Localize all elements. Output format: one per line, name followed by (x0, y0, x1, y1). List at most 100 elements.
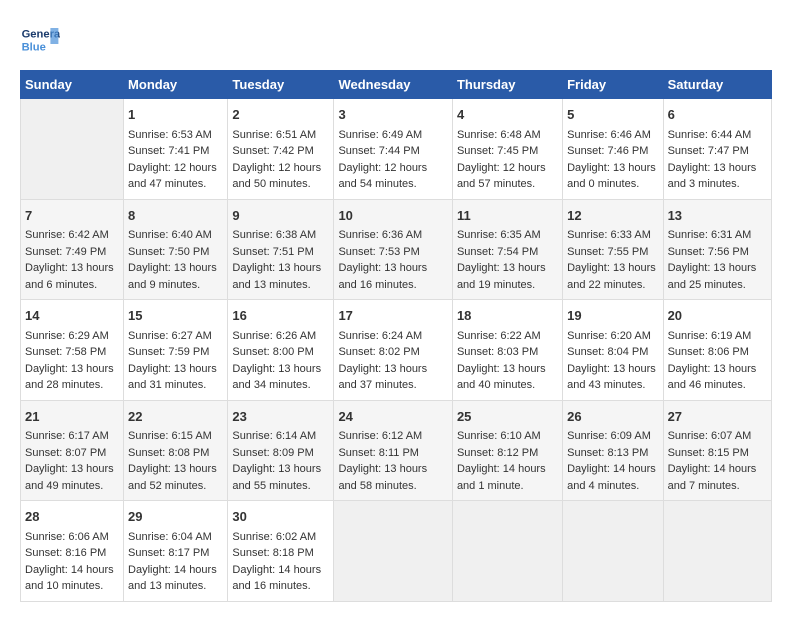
calendar-week-row: 1Sunrise: 6:53 AMSunset: 7:41 PMDaylight… (21, 99, 772, 200)
calendar-cell: 4Sunrise: 6:48 AMSunset: 7:45 PMDaylight… (452, 99, 562, 200)
calendar-week-row: 28 Sunrise: 6:06 AM Sunset: 8:16 PM Dayligh… (21, 501, 772, 602)
day-header-tuesday: Tuesday (228, 71, 334, 99)
day-number: 4 (457, 105, 558, 125)
calendar-cell (334, 501, 453, 602)
calendar-cell: 22Sunrise: 6:15 AMSunset: 8:08 PMDayligh… (124, 400, 228, 501)
sunset-text: Sunset: 8:12 PM (457, 447, 538, 459)
sunrise-text: Sunrise: 6:04 AM (128, 531, 212, 543)
daylight-text: Daylight: 13 hours and 25 minutes. (668, 262, 757, 291)
day-number: 9 (232, 206, 329, 226)
day-number: 21 (25, 407, 119, 427)
day-number: 1 (128, 105, 223, 125)
sunrise-text: Sunrise: 6:51 AM (232, 129, 316, 141)
daylight-text: Daylight: 12 hours and 57 minutes. (457, 162, 546, 191)
daylight-text: Daylight: 13 hours and 22 minutes. (567, 262, 656, 291)
calendar-week-row: 7Sunrise: 6:42 AMSunset: 7:49 PMDaylight… (21, 199, 772, 300)
calendar-cell (663, 501, 771, 602)
day-number: 16 (232, 306, 329, 326)
calendar-cell: 11Sunrise: 6:35 AMSunset: 7:54 PMDayligh… (452, 199, 562, 300)
day-number: 13 (668, 206, 767, 226)
sunrise-text: Sunrise: 6:07 AM (668, 430, 752, 442)
calendar-cell: 17Sunrise: 6:24 AMSunset: 8:02 PMDayligh… (334, 300, 453, 401)
day-header-wednesday: Wednesday (334, 71, 453, 99)
sunset-text: Sunset: 8:15 PM (668, 447, 749, 459)
calendar-cell: 1Sunrise: 6:53 AMSunset: 7:41 PMDaylight… (124, 99, 228, 200)
sunset-text: Sunset: 7:50 PM (128, 246, 209, 258)
daylight-text: Daylight: 13 hours and 9 minutes. (128, 262, 217, 291)
daylight-text: Daylight: 13 hours and 3 minutes. (668, 162, 757, 191)
daylight-text: Daylight: 13 hours and 34 minutes. (232, 363, 321, 392)
sunset-text: Sunset: 7:54 PM (457, 246, 538, 258)
calendar-cell: 28Sunrise: 6:06 AMSunset: 8:16 PMDayligh… (21, 501, 124, 602)
sunset-text: Sunset: 7:59 PM (128, 346, 209, 358)
day-number: 3 (338, 105, 448, 125)
daylight-text: Daylight: 13 hours and 28 minutes. (25, 363, 114, 392)
calendar-cell: 8Sunrise: 6:40 AMSunset: 7:50 PMDaylight… (124, 199, 228, 300)
day-number: 12 (567, 206, 658, 226)
sunrise-text: Sunrise: 6:10 AM (457, 430, 541, 442)
calendar-cell: 25Sunrise: 6:10 AMSunset: 8:12 PMDayligh… (452, 400, 562, 501)
sunset-text: Sunset: 8:00 PM (232, 346, 313, 358)
sunrise-text: Sunrise: 6:02 AM (232, 531, 316, 543)
calendar-week-row: 21 Sunrise: 6:17 AM Sunset: 8:07 PM Dayligh… (21, 400, 772, 501)
sunset-text: Sunset: 8:17 PM (128, 547, 209, 559)
calendar-cell: 19Sunrise: 6:20 AMSunset: 8:04 PMDayligh… (563, 300, 663, 401)
sunrise-text: Sunrise: 6:48 AM (457, 129, 541, 141)
sunrise-text: Sunrise: 6:46 AM (567, 129, 651, 141)
day-number: 29 (128, 507, 223, 527)
sunset-text: Sunset: 8:09 PM (232, 447, 313, 459)
sunset-text: Sunset: 7:44 PM (338, 145, 419, 157)
sunset-text: Sunset: 7:53 PM (338, 246, 419, 258)
sunrise-text: Sunrise: 6:24 AM (338, 330, 422, 342)
calendar-cell: 13Sunrise: 6:31 AMSunset: 7:56 PMDayligh… (663, 199, 771, 300)
calendar-cell: 21Sunrise: 6:17 AMSunset: 8:07 PMDayligh… (21, 400, 124, 501)
sunset-text: Sunset: 8:07 PM (25, 447, 106, 459)
svg-text:Blue: Blue (22, 41, 46, 53)
calendar-cell: 10Sunrise: 6:36 AMSunset: 7:53 PMDayligh… (334, 199, 453, 300)
calendar-cell: 12Sunrise: 6:33 AMSunset: 7:55 PMDayligh… (563, 199, 663, 300)
daylight-text: Daylight: 13 hours and 55 minutes. (232, 463, 321, 492)
sunset-text: Sunset: 8:13 PM (567, 447, 648, 459)
day-number: 28 (25, 507, 119, 527)
calendar-cell (452, 501, 562, 602)
day-number: 15 (128, 306, 223, 326)
day-number: 5 (567, 105, 658, 125)
day-number: 25 (457, 407, 558, 427)
logo: General Blue (20, 20, 65, 60)
sunrise-text: Sunrise: 6:19 AM (668, 330, 752, 342)
calendar-cell: 7Sunrise: 6:42 AMSunset: 7:49 PMDaylight… (21, 199, 124, 300)
sunrise-text: Sunrise: 6:33 AM (567, 229, 651, 241)
daylight-text: Daylight: 13 hours and 58 minutes. (338, 463, 427, 492)
daylight-text: Daylight: 13 hours and 43 minutes. (567, 363, 656, 392)
calendar-cell: 3Sunrise: 6:49 AMSunset: 7:44 PMDaylight… (334, 99, 453, 200)
day-header-monday: Monday (124, 71, 228, 99)
calendar-cell: 27 Sunrise: 6:07 AM Sunset: 8:15 PM Dayligh… (663, 400, 771, 501)
day-number: 27 (668, 407, 767, 427)
daylight-text: Daylight: 12 hours and 47 minutes. (128, 162, 217, 191)
sunset-text: Sunset: 8:16 PM (25, 547, 106, 559)
calendar-cell: 30Sunrise: 6:02 AMSunset: 8:18 PMDayligh… (228, 501, 334, 602)
daylight-text: Daylight: 14 hours and 16 minutes. (232, 564, 321, 593)
calendar-cell (563, 501, 663, 602)
calendar-cell: 16Sunrise: 6:26 AMSunset: 8:00 PMDayligh… (228, 300, 334, 401)
sunrise-text: Sunrise: 6:38 AM (232, 229, 316, 241)
daylight-text: Daylight: 13 hours and 13 minutes. (232, 262, 321, 291)
daylight-text: Daylight: 13 hours and 19 minutes. (457, 262, 546, 291)
sunrise-text: Sunrise: 6:06 AM (25, 531, 109, 543)
day-number: 18 (457, 306, 558, 326)
sunset-text: Sunset: 7:56 PM (668, 246, 749, 258)
day-header-friday: Friday (563, 71, 663, 99)
day-header-saturday: Saturday (663, 71, 771, 99)
daylight-text: Daylight: 12 hours and 50 minutes. (232, 162, 321, 191)
page-header: General Blue (20, 20, 772, 60)
sunrise-text: Sunrise: 6:17 AM (25, 430, 109, 442)
sunrise-text: Sunrise: 6:14 AM (232, 430, 316, 442)
daylight-text: Daylight: 14 hours and 7 minutes. (668, 463, 757, 492)
sunrise-text: Sunrise: 6:29 AM (25, 330, 109, 342)
sunrise-text: Sunrise: 6:09 AM (567, 430, 651, 442)
sunset-text: Sunset: 8:02 PM (338, 346, 419, 358)
calendar-cell (21, 99, 124, 200)
sunset-text: Sunset: 8:03 PM (457, 346, 538, 358)
sunrise-text: Sunrise: 6:53 AM (128, 129, 212, 141)
calendar-cell: 29Sunrise: 6:04 AMSunset: 8:17 PMDayligh… (124, 501, 228, 602)
